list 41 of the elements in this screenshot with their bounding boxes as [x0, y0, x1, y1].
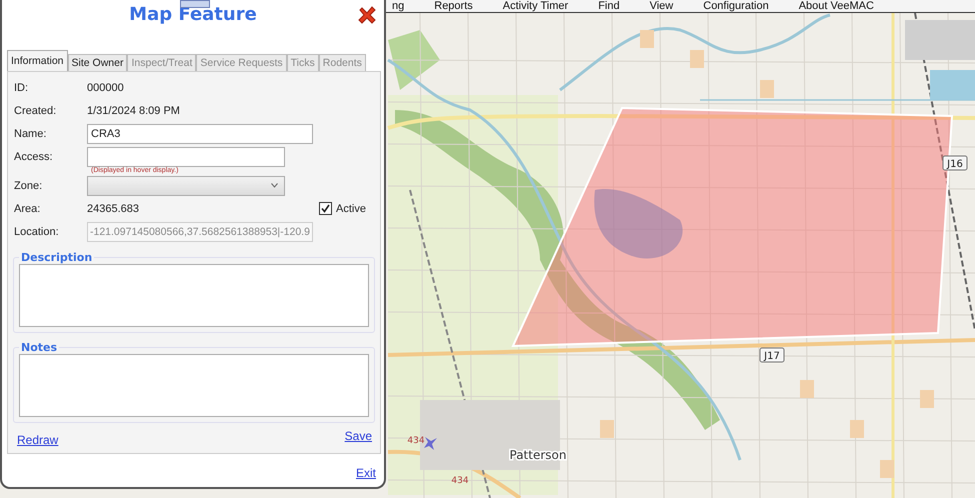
menu-item[interactable]: View — [650, 0, 674, 12]
zone-dropdown[interactable] — [87, 176, 285, 196]
menu-item[interactable]: Configuration — [703, 0, 769, 12]
road-shield: J17 — [760, 348, 784, 362]
field-label: Name: — [13, 128, 46, 140]
input-field[interactable]: CRA3 — [87, 124, 313, 144]
map-label: 434 — [407, 436, 425, 446]
menu-item[interactable]: Reports — [434, 0, 473, 12]
field-label: Access: — [13, 150, 53, 162]
field-label: Location: — [13, 226, 59, 238]
map-label: 434 — [451, 476, 469, 486]
chevron-down-icon — [271, 183, 278, 188]
menu-item[interactable]: Find — [598, 0, 620, 12]
field-label: Created: — [13, 104, 56, 116]
field-value: 24365.683 — [87, 202, 139, 214]
field-label: ID: — [13, 82, 28, 94]
text-area[interactable] — [19, 264, 369, 327]
link[interactable]: Save — [344, 429, 372, 443]
tab[interactable]: Site Owner — [68, 54, 128, 71]
text-area[interactable] — [19, 354, 369, 417]
map-label: Patterson — [510, 448, 566, 462]
input-field[interactable] — [87, 146, 285, 166]
tab[interactable]: Information — [7, 50, 68, 71]
checkbox[interactable] — [319, 202, 332, 215]
dialog-title: Map Feature — [129, 4, 257, 27]
field-value: 1/31/2024 8:09 PM — [87, 104, 180, 116]
menu-item[interactable]: ng — [392, 0, 404, 12]
field-label: Zone: — [13, 180, 42, 192]
group-title: Description — [20, 251, 94, 264]
menu-item[interactable]: About VeeMAC — [798, 0, 874, 12]
field-label: Area: — [13, 202, 40, 214]
exit-link[interactable]: Exit — [356, 466, 376, 480]
airport-icon — [424, 437, 437, 450]
menu-item[interactable]: Activity Timer — [502, 0, 568, 12]
drag-handle[interactable] — [180, 0, 210, 8]
road-shield: J16 — [942, 156, 968, 170]
close-icon[interactable] — [358, 6, 376, 24]
group-title: Notes — [20, 341, 58, 354]
field-value: 000000 — [87, 82, 124, 94]
checkbox-label: Active — [336, 202, 366, 214]
link[interactable]: Redraw — [17, 433, 58, 447]
